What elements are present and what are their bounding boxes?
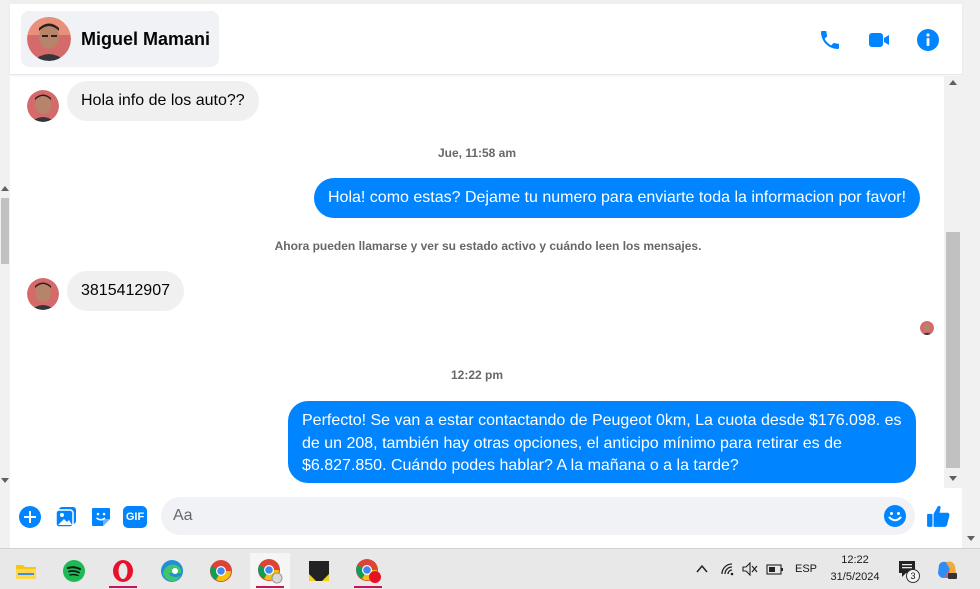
message-line: de un 208, también hay otras opciones, e…: [302, 434, 842, 452]
thumbs-up-icon[interactable]: [926, 503, 952, 529]
outgoing-message-multiline[interactable]: Perfecto! Se van a estar contactando de …: [288, 401, 916, 483]
sticker-icon[interactable]: [89, 505, 113, 529]
scrollbar-thumb[interactable]: [1, 198, 9, 264]
message-line: Perfecto! Se van a estar contactando de …: [302, 412, 902, 429]
photo-gallery-icon[interactable]: [54, 505, 78, 529]
windows-taskbar: ESP 12:22 31/5/2024 3: [0, 548, 980, 589]
copilot-icon[interactable]: [936, 559, 958, 581]
scroll-up-arrow-icon[interactable]: [1, 186, 9, 191]
sender-avatar: [27, 90, 59, 122]
left-scrollbar[interactable]: [0, 0, 10, 548]
clock-date[interactable]: 31/5/2024: [820, 571, 890, 583]
notification-count-badge: 3: [906, 569, 920, 583]
gif-icon[interactable]: GIF: [123, 506, 147, 528]
sticky-notes-icon[interactable]: [299, 553, 339, 589]
message-input[interactable]: [161, 497, 915, 535]
input-language-indicator[interactable]: ESP: [795, 563, 817, 575]
chat-header: Miguel Mamani: [10, 0, 962, 75]
scroll-down-arrow-icon[interactable]: [967, 536, 975, 541]
incoming-message[interactable]: 3815412907: [67, 271, 184, 311]
chrome-profile-icon[interactable]: [250, 553, 290, 589]
chrome-browser-icon[interactable]: [201, 553, 241, 589]
timestamp-separator: 12:22 pm: [450, 368, 504, 382]
scroll-up-arrow-icon[interactable]: [949, 80, 957, 85]
message-list[interactable]: Hola info de los auto?? Jue, 11:58 am Ho…: [10, 76, 944, 488]
network-icon[interactable]: [720, 562, 736, 576]
info-icon[interactable]: [916, 28, 940, 52]
contact-avatar: [27, 17, 71, 61]
scrollbar-thumb[interactable]: [946, 232, 960, 468]
scroll-down-arrow-icon[interactable]: [1, 478, 9, 483]
message-scrollbar[interactable]: [944, 76, 962, 488]
seen-receipt-avatar: [920, 321, 934, 335]
contact-name: Miguel Mamani: [81, 28, 211, 49]
sender-avatar: [27, 278, 59, 310]
chrome-notification-icon[interactable]: [348, 553, 388, 589]
contact-profile-button[interactable]: Miguel Mamani: [21, 11, 219, 67]
system-notice: Ahora pueden llamarse y ver su estado ac…: [274, 239, 702, 253]
clock-time[interactable]: 12:22: [820, 554, 890, 566]
outgoing-message[interactable]: Hola! como estas? Dejame tu numero para …: [314, 178, 921, 218]
opera-browser-icon[interactable]: [103, 553, 143, 589]
phone-call-icon[interactable]: [818, 28, 842, 52]
edge-browser-icon[interactable]: [152, 553, 192, 589]
show-hidden-icons-chevron-icon[interactable]: [696, 564, 708, 574]
file-explorer-icon[interactable]: [6, 553, 46, 589]
volume-muted-icon[interactable]: [742, 562, 758, 576]
emoji-icon[interactable]: [883, 504, 907, 528]
spotify-icon[interactable]: [54, 553, 94, 589]
incoming-message[interactable]: Hola info de los auto??: [67, 81, 259, 121]
message-line: $6.827.850. Cuándo podes hablar? A la ma…: [302, 457, 739, 474]
message-composer: GIF: [10, 488, 962, 548]
page-scrollbar[interactable]: [962, 0, 980, 548]
timestamp-separator: Jue, 11:58 am: [437, 146, 517, 160]
battery-icon[interactable]: [766, 562, 784, 576]
plus-circle-icon[interactable]: [18, 505, 42, 529]
scroll-down-arrow-icon[interactable]: [949, 476, 957, 481]
video-call-icon[interactable]: [867, 28, 891, 52]
